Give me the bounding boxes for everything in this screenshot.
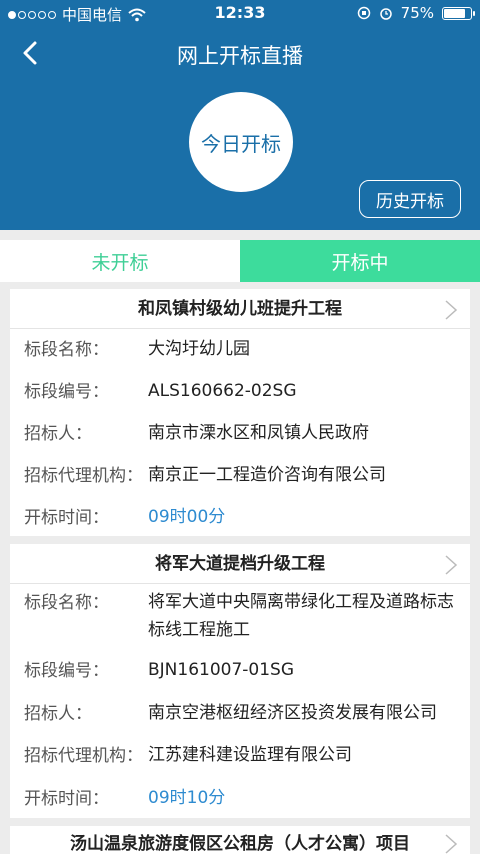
field-label: 招标人： [24, 704, 92, 724]
tab-opening[interactable]: 开标中 [240, 240, 480, 282]
chevron-right-icon [445, 834, 458, 854]
project-title: 和凤镇村级幼儿班提升工程 [10, 289, 470, 329]
field-value: 将军大道中央隔离带绿化工程及道路标志标线工程施工 [148, 592, 454, 640]
battery-icon [442, 6, 475, 20]
chevron-right-icon [445, 555, 458, 575]
orientation-lock-icon [357, 6, 370, 20]
field-label: 标段编号： [24, 661, 109, 681]
field-label: 标段名称： [24, 340, 109, 360]
chevron-right-icon [445, 300, 458, 320]
page-title: 网上开标直播 [177, 44, 303, 68]
opening-time-value: 09时00分 [148, 507, 226, 527]
field-value: 南京正一工程造价咨询有限公司 [148, 465, 386, 485]
field-value: BJN161007-01SG [148, 660, 295, 680]
project-card[interactable]: 将军大道提档升级工程 标段名称： 将军大道中央隔离带绿化工程及道路标志标线工程施… [10, 544, 470, 818]
field-label: 招标代理机构： [24, 466, 143, 486]
field-label: 招标人： [24, 424, 92, 444]
project-title: 将军大道提档升级工程 [10, 544, 470, 584]
opening-time-value: 09时10分 [148, 788, 226, 808]
field-value: ALS160662-02SG [148, 381, 297, 401]
field-value: 南京空港枢纽经济区投资发展有限公司 [148, 703, 437, 723]
header: 中国电信 12:33 75% 网上开标直播 今日开标 历史开标 [0, 0, 480, 230]
today-opening-button[interactable]: 今日开标 [189, 92, 293, 192]
field-label: 开标时间： [24, 789, 109, 809]
field-value: 南京市溧水区和凤镇人民政府 [148, 423, 369, 443]
battery-percent: 75% [400, 4, 434, 22]
field-value: 江苏建科建设监理有限公司 [148, 745, 352, 765]
tab-not-opened[interactable]: 未开标 [0, 240, 240, 282]
tab-bar: 未开标 开标中 [0, 240, 480, 282]
alarm-icon [379, 8, 392, 20]
field-label: 标段编号： [24, 382, 109, 402]
field-label: 标段名称： [24, 593, 109, 613]
project-card[interactable]: 汤山温泉旅游度假区公租房（人才公寓）项目 [10, 826, 470, 854]
field-label: 开标时间： [24, 508, 109, 528]
field-label: 招标代理机构： [24, 746, 143, 766]
status-bar: 中国电信 12:33 75% [0, 0, 480, 26]
project-title: 汤山温泉旅游度假区公租房（人才公寓）项目 [10, 826, 470, 854]
project-card[interactable]: 和凤镇村级幼儿班提升工程 标段名称： 大沟圩幼儿园 标段编号： ALS16066… [10, 289, 470, 536]
history-opening-button[interactable]: 历史开标 [359, 180, 461, 218]
field-value: 大沟圩幼儿园 [148, 339, 250, 359]
